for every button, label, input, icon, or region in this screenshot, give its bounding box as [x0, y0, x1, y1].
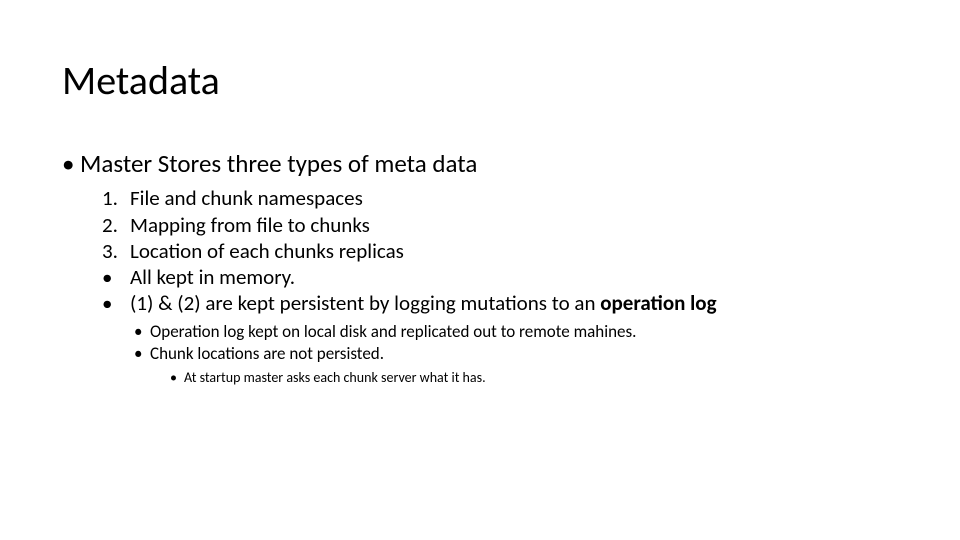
list-text: Location of each chunks replicas [130, 238, 404, 264]
list-text: Chunk locations are not persisted. [150, 343, 384, 364]
bullet-icon: • [102, 264, 130, 290]
bullet-level1: •Master Stores three types of meta data [62, 148, 920, 179]
bullet-icon: • [170, 369, 184, 387]
list-text-bold: operation log [600, 290, 716, 316]
slide-body: •Master Stores three types of meta data … [62, 148, 920, 387]
bullet-icon: • [62, 148, 80, 179]
level1-text: Master Stores three types of meta data [80, 148, 477, 179]
list-text: At startup master asks each chunk server… [184, 369, 486, 386]
list-item: •(1) & (2) are kept persistent by loggin… [102, 290, 920, 316]
bullet-icon: • [102, 290, 130, 316]
list-item: 3.Location of each chunks replicas [102, 238, 920, 264]
list-marker: 1. [102, 185, 130, 211]
list-item: •All kept in memory. [102, 264, 920, 290]
list-text: Operation log kept on local disk and rep… [150, 321, 636, 342]
sub-list-level1: •Operation log kept on local disk and re… [134, 321, 920, 365]
list-text-part-a: (1) & (2) are kept persistent by logging… [130, 290, 600, 316]
bullet-icon: • [134, 343, 150, 365]
numbered-list: 1.File and chunk namespaces 2.Mapping fr… [102, 185, 920, 316]
list-text: File and chunk namespaces [130, 185, 363, 211]
list-text: Mapping from file to chunks [130, 212, 370, 238]
sub-list-level2: •At startup master asks each chunk serve… [170, 369, 920, 387]
slide: Metadata •Master Stores three types of m… [0, 0, 960, 540]
slide-title: Metadata [62, 56, 220, 105]
list-marker: 3. [102, 238, 130, 264]
list-marker: 2. [102, 212, 130, 238]
list-text: All kept in memory. [130, 264, 295, 290]
list-item: •At startup master asks each chunk serve… [170, 369, 920, 387]
bullet-icon: • [134, 321, 150, 343]
list-item: 1.File and chunk namespaces [102, 185, 920, 211]
list-item: •Chunk locations are not persisted. [134, 343, 920, 365]
list-item: •Operation log kept on local disk and re… [134, 321, 920, 343]
list-item: 2.Mapping from file to chunks [102, 212, 920, 238]
